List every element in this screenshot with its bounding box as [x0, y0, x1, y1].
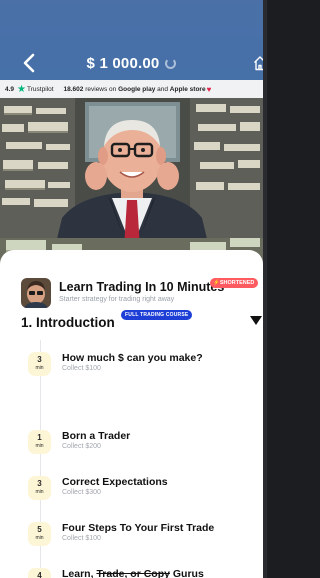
lesson-title-part: Gurus	[172, 568, 204, 578]
duration-unit: min	[35, 365, 44, 371]
trustpilot-label: Trustpilot	[27, 85, 54, 93]
lesson-item[interactable]: 3 min Correct Expectations Collect $300	[28, 476, 258, 506]
duration-unit: min	[35, 443, 44, 449]
duration-value: 3	[37, 479, 42, 488]
reviews-count: 18.602	[63, 85, 84, 93]
store-google: Google play	[118, 85, 156, 93]
duration-badge: 3 min	[28, 352, 51, 376]
duration-value: 1	[37, 433, 42, 442]
full-course-badge: FULL TRADING COURSE	[121, 310, 193, 320]
balance-amount: $ 1 000.00	[86, 55, 160, 72]
lesson-title-part: Learn,	[62, 568, 94, 578]
section-title[interactable]: 1. Introduction	[21, 315, 115, 330]
trader-portrait-image	[0, 98, 263, 268]
course-title-prefix: Learn Trading In	[59, 280, 157, 294]
lesson-title: Four Steps To Your First Trade	[62, 522, 215, 534]
shortened-badge-label: SHORTENED	[219, 280, 255, 286]
duration-unit: min	[35, 535, 44, 541]
duration-value: 3	[37, 355, 42, 364]
trust-bar: 4.9 ★ Trustpilot 18.602 reviews on Googl…	[0, 80, 263, 98]
lesson-title: Learn, Trade, or Copy Gurus	[62, 568, 204, 578]
shortened-badge: ⚡SHORTENED	[210, 278, 259, 288]
bolt-icon: ⚡	[213, 280, 220, 286]
top-bar: $ 1 000.00	[0, 0, 263, 80]
collapse-triangle-icon[interactable]	[250, 316, 262, 325]
duration-badge: 5 min	[28, 522, 51, 546]
lesson-reward: Collect $300	[62, 489, 101, 496]
duration-unit: min	[35, 489, 44, 495]
course-title: Learn Trading In 10 Minutes	[59, 280, 224, 294]
app-screen: $ 1 000.00 4.9 ★ Trustpilot 18.602 revie…	[0, 0, 263, 578]
course-thumbnail	[21, 278, 51, 308]
lesson-reward: Collect $100	[62, 365, 101, 372]
lesson-item[interactable]: 1 min Born a Trader Collect $200	[28, 430, 258, 460]
duration-badge: 3 min	[28, 476, 51, 500]
duration-badge: 1 min	[28, 430, 51, 454]
rating-value: 4.9	[5, 85, 15, 93]
hero-illustration	[0, 98, 263, 268]
lesson-item[interactable]: 5 min Four Steps To Your First Trade Col…	[28, 522, 258, 552]
lesson-reward: Collect $200	[62, 443, 101, 450]
course-subtitle: Starter strategy for trading right away	[59, 296, 175, 303]
duration-value: 4	[37, 571, 42, 578]
trustpilot-star-icon: ★	[17, 83, 27, 95]
home-icon[interactable]	[253, 55, 263, 71]
balance-display: $ 1 000.00	[0, 55, 263, 72]
and-text: and	[157, 85, 168, 93]
lesson-item[interactable]: 4 min Learn, Trade, or Copy Gurus	[28, 568, 258, 578]
reviews-text: reviews on	[85, 85, 117, 93]
duration-value: 5	[37, 525, 42, 534]
store-apple: Apple store	[169, 85, 206, 93]
course-panel: Learn Trading In 10 Minutes Starter stra…	[0, 250, 263, 578]
lesson-item[interactable]: 3 min How much $ can you make? Collect $…	[28, 352, 258, 382]
lesson-reward: Collect $100	[62, 535, 101, 542]
lesson-title: Correct Expectations	[62, 476, 168, 488]
lesson-title: Born a Trader	[62, 430, 131, 442]
duration-badge: 4 min	[28, 568, 51, 578]
lesson-title: How much $ can you make?	[62, 352, 203, 364]
window-edge	[263, 0, 267, 578]
loading-spinner-icon	[165, 58, 177, 69]
heart-icon: ♥	[206, 84, 212, 94]
lesson-title-strike: Trade, or Copy	[96, 568, 170, 578]
